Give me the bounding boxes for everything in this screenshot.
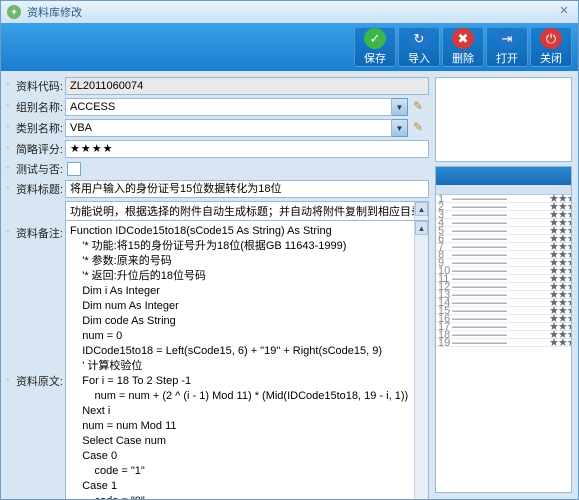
field-code: ZL2011060074 bbox=[65, 77, 429, 95]
chevron-down-icon[interactable]: ▼ bbox=[392, 98, 408, 116]
label-group: 组别名称: bbox=[7, 99, 63, 115]
edit-icon[interactable]: ✎ bbox=[413, 99, 429, 115]
window-title: 资料库修改 bbox=[27, 4, 82, 20]
titlebar: ✦ 资料库修改 ✕ bbox=[1, 1, 578, 23]
save-button[interactable]: ✓保存 bbox=[354, 27, 396, 67]
label-code: 资料代码: bbox=[7, 78, 63, 94]
check-icon: ✓ bbox=[364, 28, 386, 49]
field-category[interactable]: VBA bbox=[65, 119, 392, 137]
close-button[interactable]: ⏻关闭 bbox=[530, 27, 572, 67]
close-icon[interactable]: ✕ bbox=[556, 4, 572, 20]
field-group[interactable]: ACCESS bbox=[65, 98, 392, 116]
label-rating: 简略评分: bbox=[7, 141, 63, 157]
edit-icon[interactable]: ✎ bbox=[413, 120, 429, 136]
preview-pane bbox=[435, 77, 572, 162]
mini-list-pane[interactable]: 1—————★★★ 2—————★★★ 3—————★★★ 4—————★★★ … bbox=[435, 166, 572, 493]
checkbox-test[interactable] bbox=[67, 162, 81, 176]
app-icon: ✦ bbox=[7, 5, 21, 19]
open-button[interactable]: ⇥打开 bbox=[486, 27, 528, 67]
field-title[interactable]: 将用户输入的身份证号15位数据转化为18位 bbox=[65, 180, 429, 198]
open-icon: ⇥ bbox=[496, 28, 518, 49]
label-category: 类别名称: bbox=[7, 120, 63, 136]
import-icon: ↻ bbox=[408, 28, 430, 49]
delete-button[interactable]: ✖删除 bbox=[442, 27, 484, 67]
field-source[interactable]: Function IDCode15to18(sCode15 As String)… bbox=[65, 220, 429, 499]
label-source: 资料原文: bbox=[7, 373, 63, 389]
scrollbar[interactable]: ▲▼ bbox=[414, 221, 428, 499]
label-test: 测试与否: bbox=[7, 161, 63, 177]
field-rating[interactable]: ★★★★ bbox=[65, 140, 429, 158]
toolbar: ✓保存 ↻导入 ✖删除 ⇥打开 ⏻关闭 bbox=[1, 23, 578, 71]
chevron-down-icon[interactable]: ▼ bbox=[392, 119, 408, 137]
label-title: 资料标题: bbox=[7, 181, 63, 197]
import-button[interactable]: ↻导入 bbox=[398, 27, 440, 67]
label-remark: 资料备注: bbox=[7, 225, 63, 241]
power-icon: ⏻ bbox=[540, 28, 562, 49]
delete-icon: ✖ bbox=[452, 28, 474, 49]
